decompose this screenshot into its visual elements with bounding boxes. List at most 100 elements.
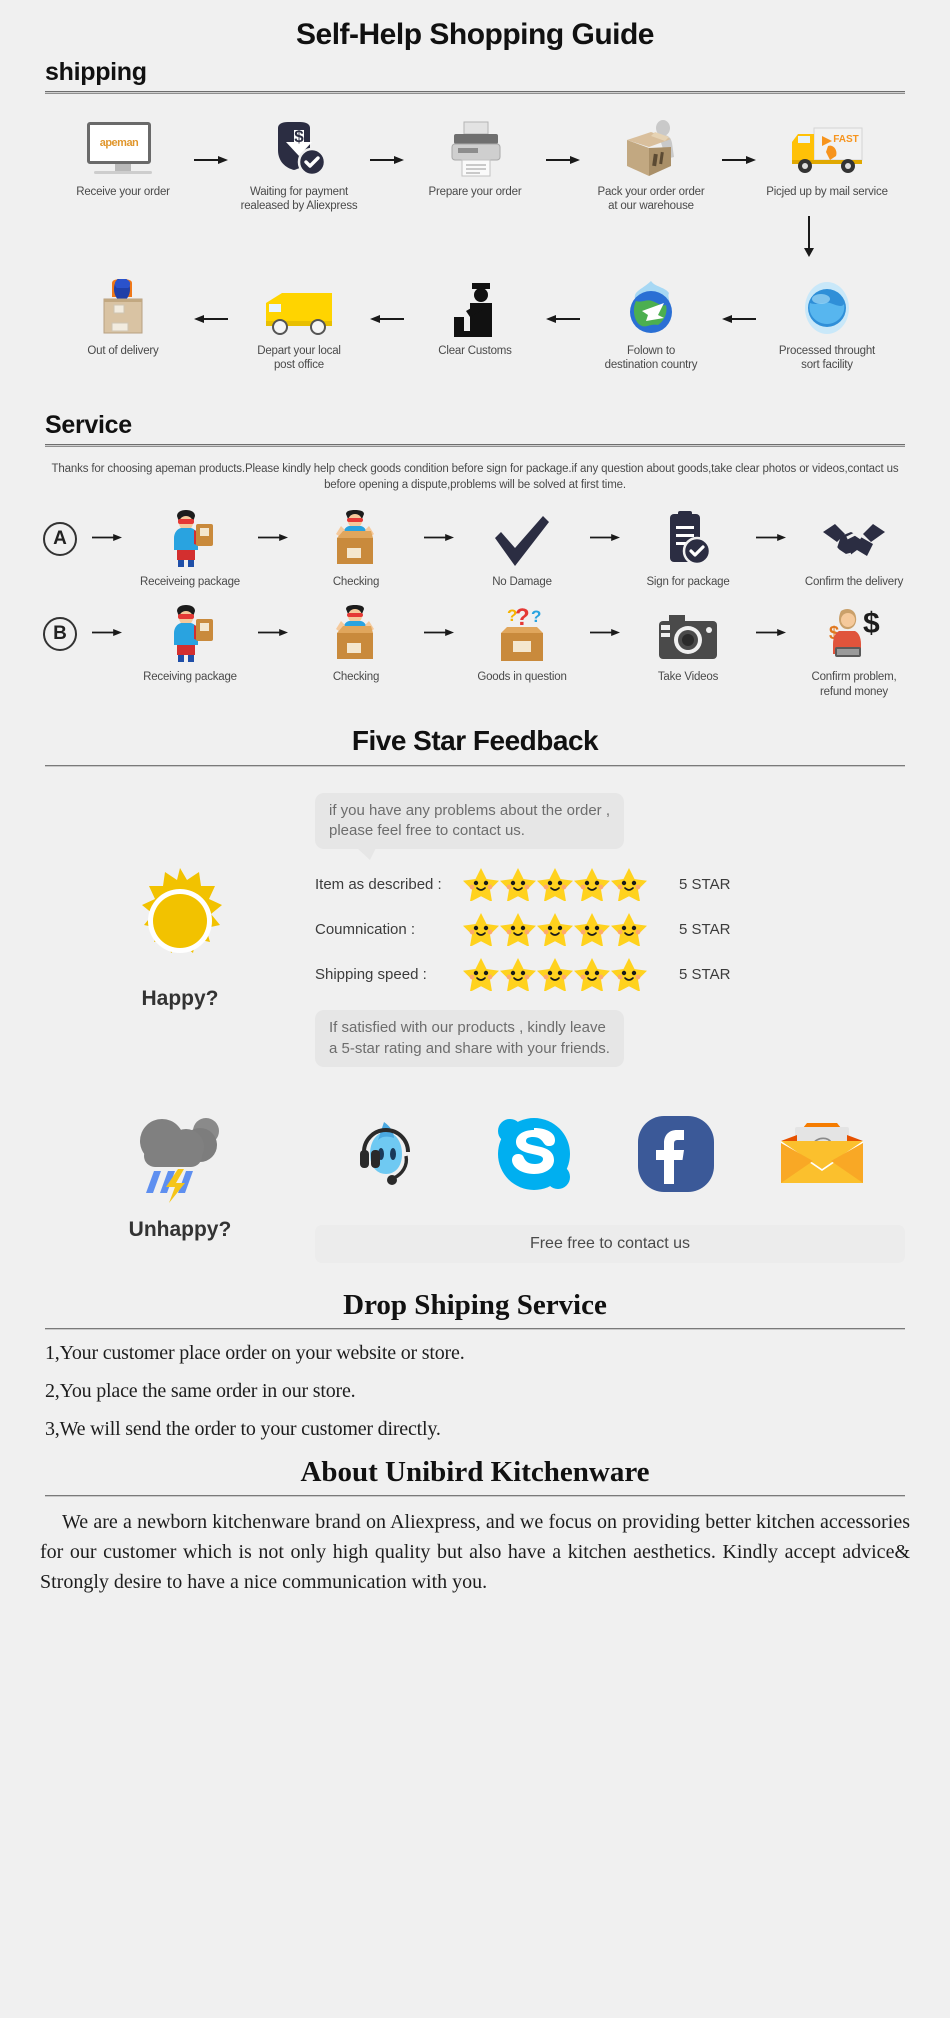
support-agent-dollar-icon: $ $: [823, 605, 885, 663]
arrow-right-icon: [417, 627, 461, 638]
unhappy-label: Unhappy?: [128, 1217, 232, 1241]
rating-label: Coumnication :: [315, 920, 416, 938]
shipping-heading: shipping: [45, 58, 147, 86]
arrow-right-icon: [85, 532, 129, 543]
box-question-marks-icon: ? ? ?: [493, 605, 551, 663]
happy-label: Happy?: [141, 987, 219, 1011]
rating-row: Item as described : 5 STAR: [315, 867, 905, 902]
globe-airplane-icon: [622, 275, 680, 337]
shipping-step-receive-order: apeman Receive your order: [57, 116, 189, 199]
arrow-right-icon: [717, 154, 761, 166]
service-b-step-confirm-refund: $ $ Confirm problem, refund money: [793, 605, 915, 699]
service-a-step-receiving-package: Receiveing package: [129, 509, 251, 589]
facebook-icon[interactable]: [636, 1114, 716, 1199]
arrow-right-icon: [251, 627, 295, 638]
step-label: Checking: [332, 575, 380, 588]
service-heading: Service: [45, 410, 132, 439]
arrow-right-icon: [541, 154, 585, 166]
customs-officer-icon: [446, 275, 504, 337]
step-label: Waiting for payment realeased by Aliexpr…: [240, 186, 358, 213]
unhappy-block: Unhappy?: [45, 1111, 315, 1242]
badge-a: A: [43, 521, 77, 556]
yellow-van-icon: [260, 275, 338, 337]
step-label: Confirm problem, refund money: [811, 671, 897, 698]
fast-delivery-truck-icon: FAST: [788, 116, 866, 178]
shipping-divider: [45, 91, 905, 94]
monitor-apeman-icon: apeman: [87, 116, 159, 178]
service-b-step-receiving-package: Receiving package: [129, 605, 251, 684]
service-row-a-badge-wrap: A: [35, 510, 85, 568]
blue-globe-icon: [798, 275, 856, 337]
rating-value: 5 STAR: [679, 920, 731, 938]
step-label: No Damage: [492, 575, 552, 588]
rating-list: Item as described : 5 STAR Coumnication …: [315, 867, 905, 1002]
dropship-list: 1,Your customer place order on your webs…: [45, 1342, 905, 1441]
rating-value: 5 STAR: [679, 875, 731, 893]
email-envelope-icon[interactable]: @: [777, 1117, 867, 1196]
service-divider: [45, 443, 905, 447]
list-item: 2,You place the same order in our store.: [45, 1379, 356, 1402]
service-flow-row-b: B Receiving package Checking ? ? ? Goods…: [0, 605, 950, 699]
arrow-left-icon: [717, 313, 761, 325]
service-a-step-confirm-delivery: Confirm the delivery: [793, 510, 915, 589]
shipping-step-pack-order: Pack your order order at our warehouse: [585, 116, 717, 214]
checkmark-icon: [493, 510, 551, 568]
printer-icon: [444, 116, 506, 178]
shipping-step-picked-up: FAST Picjed up by mail service: [761, 116, 893, 199]
contact-icon-row: @: [315, 1111, 905, 1203]
shipping-step-flown-to-destination: Folown to destination country: [585, 275, 717, 373]
arrow-right-icon: [583, 532, 627, 543]
service-note: Thanks for choosing apeman products.Plea…: [51, 462, 899, 492]
shipping-flow-row-1: apeman Receive your order $ Waiting for …: [0, 116, 950, 214]
step-label: Sign for package: [646, 575, 730, 588]
shipping-flow-row-2: Out of delivery Depart your local post o…: [0, 275, 950, 373]
arrow-right-icon: [85, 627, 129, 638]
packing-box-icon: [619, 116, 683, 178]
svg-text:?: ?: [531, 607, 541, 626]
step-label: Take Videos: [657, 671, 719, 684]
service-b-step-take-videos: Take Videos: [627, 605, 749, 684]
about-heading: About Unibird Kitchenware: [300, 1455, 650, 1488]
rating-row: Shipping speed : 5 STAR: [315, 957, 905, 992]
arrow-left-icon: [541, 313, 585, 325]
contact-bar[interactable]: Free free to contact us: [315, 1224, 905, 1263]
sun-icon: [125, 866, 235, 981]
rain-cloud-icon: [128, 1111, 232, 1208]
page-title: Self-Help Shopping Guide: [296, 18, 655, 51]
dropship-heading: Drop Shiping Service: [343, 1288, 607, 1321]
list-item: 3,We will send the order to your custome…: [45, 1417, 441, 1440]
step-label: Checking: [332, 671, 380, 684]
arrow-left-icon: [365, 313, 409, 325]
step-label: Receiving package: [143, 671, 237, 684]
star-rating: [463, 867, 663, 902]
shipping-step-sort-facility: Processed throught sort facility: [761, 275, 893, 373]
qq-headset-mascot-icon[interactable]: [354, 1116, 432, 1197]
service-row-b-badge-wrap: B: [35, 605, 85, 663]
star-rating: [463, 957, 663, 992]
star-rating: [463, 912, 663, 947]
flow-down-arrow-wrap: [0, 215, 950, 263]
feedback-bottom-bubble: If satisfied with our products , kindly …: [315, 1010, 624, 1067]
step-label: Prepare your order: [428, 186, 522, 198]
about-divider: [45, 1494, 905, 1497]
service-a-step-no-damage: No Damage: [461, 510, 583, 589]
shipping-step-out-of-delivery: Out of delivery: [57, 275, 189, 358]
badge-b: B: [43, 617, 77, 652]
guide-page: Self-Help Shopping Guide shipping apeman…: [0, 0, 950, 2018]
contact-block: @ Free free to contact us: [315, 1111, 905, 1263]
arrow-right-icon: [251, 532, 295, 543]
about-body: We are a newborn kitchenware brand on Al…: [40, 1510, 910, 1593]
arrow-right-icon: [749, 627, 793, 638]
camera-icon: [657, 605, 719, 663]
rating-label: Shipping speed :: [315, 965, 427, 983]
arrow-right-icon: [583, 627, 627, 638]
skype-icon[interactable]: [493, 1113, 575, 1200]
step-label: Goods in question: [477, 671, 567, 684]
arrow-down-icon: [803, 215, 815, 263]
step-label: Confirm the delivery: [804, 575, 904, 588]
rating-label: Item as described :: [315, 875, 442, 893]
unhappy-body: Unhappy? Free free to contact us: [0, 1111, 950, 1263]
shipping-step-prepare-order: Prepare your order: [409, 116, 541, 199]
feedback-right: if you have any problems about the order…: [315, 792, 905, 1067]
happy-block: Happy?: [45, 793, 315, 1067]
